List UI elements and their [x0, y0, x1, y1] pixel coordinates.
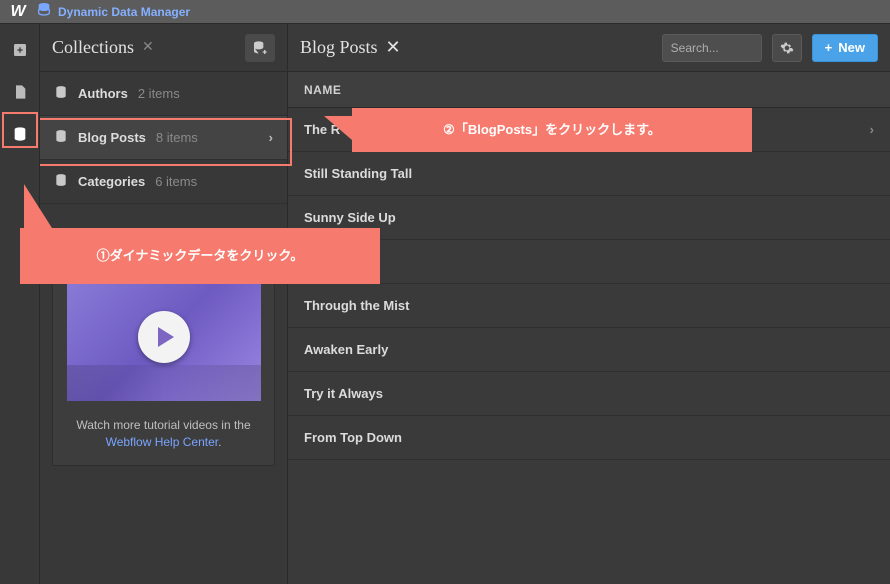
column-header-name: NAME	[304, 83, 341, 97]
database-small-icon	[54, 173, 68, 190]
table-row[interactable]: Awaken Early	[288, 328, 890, 372]
webflow-logo-icon[interactable]: W	[6, 0, 30, 24]
collection-count: 2 items	[138, 86, 180, 101]
database-icon[interactable]	[8, 122, 32, 146]
collection-name: Authors	[78, 86, 128, 101]
row-name: Sunny Side Up	[304, 210, 396, 225]
annotation-callout-1: ①ダイナミックデータをクリック。	[20, 228, 380, 284]
content-title: Blog Posts	[300, 37, 378, 58]
database-small-icon	[54, 85, 68, 102]
table-row[interactable]: Try it Always	[288, 372, 890, 416]
video-subtitle-suffix: .	[218, 435, 221, 449]
collections-close-icon[interactable]: ✕	[142, 39, 154, 56]
new-item-button[interactable]: + New	[812, 34, 878, 62]
table-row[interactable]: From Top Down	[288, 416, 890, 460]
search-input[interactable]	[662, 34, 762, 62]
topbar: W Dynamic Data Manager	[0, 0, 890, 24]
row-name: From Top Down	[304, 430, 402, 445]
row-name: Still Standing Tall	[304, 166, 412, 181]
collection-count: 6 items	[155, 174, 197, 189]
content-header: Blog Posts ✕ + New	[288, 24, 890, 72]
collection-list: Authors 2 items Blog Posts 8 items › Cat…	[40, 72, 287, 204]
help-center-link[interactable]: Webflow Help Center	[106, 435, 219, 449]
dynamic-manager-icon	[36, 1, 52, 22]
collection-name: Blog Posts	[78, 130, 146, 145]
new-button-label: New	[838, 40, 865, 55]
row-name: Awaken Early	[304, 342, 388, 357]
table-row[interactable]: Through the Mist	[288, 284, 890, 328]
row-name: Try it Always	[304, 386, 383, 401]
settings-button[interactable]	[772, 34, 802, 62]
collections-title: Collections	[52, 37, 134, 58]
chevron-right-icon: ›	[870, 122, 874, 137]
topbar-title: Dynamic Data Manager	[58, 5, 190, 19]
collection-row-blog-posts[interactable]: Blog Posts 8 items ›	[40, 116, 287, 160]
collections-panel: Collections ✕ Authors 2 items Blog Posts…	[40, 24, 288, 584]
add-page-icon[interactable]	[8, 38, 32, 62]
chevron-right-icon: ›	[269, 130, 273, 145]
video-thumbnail[interactable]	[67, 273, 261, 401]
database-small-icon	[54, 129, 68, 146]
table-header-row: NAME	[288, 72, 890, 108]
collection-count: 8 items	[156, 130, 198, 145]
plus-icon: +	[825, 40, 833, 55]
play-icon[interactable]	[138, 311, 190, 363]
collection-row-categories[interactable]: Categories 6 items	[40, 160, 287, 204]
table-body: The R› Still Standing Tall Sunny Side Up…	[288, 108, 890, 584]
pages-icon[interactable]	[8, 80, 32, 104]
video-subtitle-prefix: Watch more tutorial videos in the	[76, 418, 250, 432]
collections-header: Collections ✕	[40, 24, 287, 72]
row-name: Through the Mist	[304, 298, 409, 313]
content-close-icon[interactable]: ✕	[386, 37, 401, 58]
video-card-subtitle: Watch more tutorial videos in the Webflo…	[65, 417, 262, 451]
annotation-callout-2: ②「BlogPosts」をクリックします。	[352, 108, 752, 152]
collection-row-authors[interactable]: Authors 2 items	[40, 72, 287, 116]
add-collection-button[interactable]	[245, 34, 275, 62]
collection-name: Categories	[78, 174, 145, 189]
left-rail	[0, 24, 40, 584]
table-row[interactable]: Still Standing Tall	[288, 152, 890, 196]
